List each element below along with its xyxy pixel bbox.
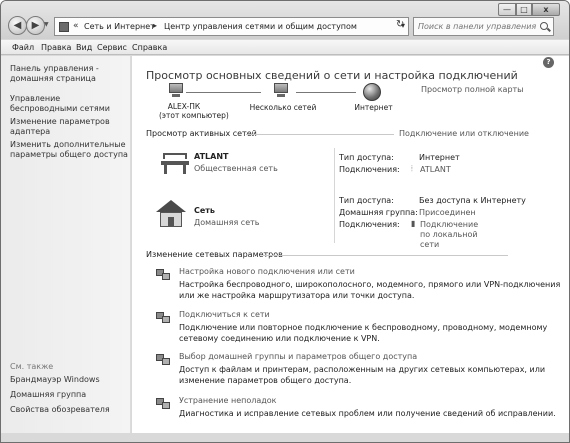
task-new-connection-desc: Настройка беспроводного, широкополосного… [179,280,561,289]
task-troubleshoot-desc: Диагностика и исправление сетевых пробле… [179,409,556,418]
menu-help[interactable]: Справка [132,43,167,52]
homegroup-label: Домашняя группа: [339,208,418,217]
sidebar-item-sharing-settings[interactable]: Изменить дополнительные параметры общего… [10,140,130,160]
task-homegroup-desc: Доступ к файлам и принтерам, расположенн… [179,365,546,374]
menu-tools[interactable]: Сервис [97,43,127,52]
internet-globe-icon [363,83,381,101]
computer-icon [166,83,186,99]
wireless-signal-icon: ⦙ [411,164,413,173]
window-bottom-border [1,433,569,442]
new-connection-icon [156,268,170,280]
menu-edit[interactable]: Правка [41,43,71,52]
connect-disconnect-link[interactable]: Подключение или отключение [399,129,529,138]
task-connect-desc: сетевому соединению или подключение к VP… [179,334,380,343]
search-icon[interactable] [540,22,548,30]
address-bar[interactable]: « Сеть и Интернет ▸ Центр управления сет… [54,17,409,36]
breadcrumb-network-center[interactable]: Центр управления сетями и общим доступом [164,22,357,31]
left-pane: Панель управления - домашняя страница Уп… [1,56,131,442]
home-network-house-icon [156,200,186,228]
search-input[interactable] [418,20,536,33]
network-type-public[interactable]: Общественная сеть [194,164,278,173]
divider [246,134,394,135]
public-network-bench-icon [161,151,189,175]
search-box[interactable] [413,17,554,36]
forward-button[interactable]: ▶ [26,16,45,35]
troubleshoot-icon [156,397,170,409]
sidebar-item-internet-options[interactable]: Свойства обозревателя [10,405,130,415]
access-type-label: Тип доступа: [339,153,394,162]
access-type-value: Интернет [419,153,460,162]
network-name-home: Сеть [194,206,215,215]
homegroup-sharing-icon [156,353,170,365]
minimize-button[interactable]: — [498,3,516,16]
task-homegroup-desc: изменение параметров общего доступа. [179,376,352,385]
connection-atlant-link[interactable]: ATLANT [420,165,451,175]
divider [334,148,335,243]
sidebar-item-homegroup[interactable]: Домашняя группа [10,390,130,400]
recent-pages-chevron-icon[interactable]: ▼ [44,21,49,28]
breadcrumb-network-internet[interactable]: Сеть и Интернет [84,22,155,31]
homegroup-joined-link[interactable]: Присоединен [419,208,476,218]
maximize-button[interactable]: □ [516,3,532,16]
chevron-icon[interactable]: « [73,21,79,31]
task-new-connection-desc: или же настройка маршрутизатора или точк… [179,291,415,300]
menu-file[interactable]: Файл [12,43,34,52]
map-computer-label[interactable]: ALEX-ПК (этот компьютер) [159,102,229,120]
lan-connection-link[interactable]: Подключение по локальной сети [420,220,490,250]
access-type-label: Тип доступа: [339,196,394,205]
connections-label: Подключения: [339,165,400,174]
divider [263,255,508,256]
breadcrumb-separator-icon[interactable]: ▸ [153,21,157,30]
network-name-atlant: ATLANT [194,152,229,161]
map-networks-label[interactable]: Несколько сетей [248,103,318,112]
close-button[interactable]: x [532,3,560,16]
sidebar-item-control-panel-home[interactable]: Панель управления - домашняя страница [10,64,130,84]
page-title: Просмотр основных сведений о сети и наст… [146,69,518,82]
task-connect-desc: Подключение или повторное подключение к … [179,323,548,332]
task-new-connection-link[interactable]: Настройка нового подключения или сети [179,267,355,276]
sidebar-item-wireless-networks[interactable]: Управление беспроводными сетями [10,94,130,114]
lan-connection-icon: ▮ [411,219,416,228]
connect-to-network-icon [156,311,170,323]
sidebar-item-firewall[interactable]: Брандмауэр Windows [10,375,130,385]
refresh-icon[interactable]: ↻ [396,19,404,30]
network-type-home[interactable]: Домашняя сеть [194,218,260,227]
title-bar: — □ x ◀ ▶ ▼ « Сеть и Интернет ▸ Центр уп… [1,1,569,39]
window: — □ x ◀ ▶ ▼ « Сеть и Интернет ▸ Центр уп… [0,0,570,443]
connections-label: Подключения: [339,220,400,229]
see-also-title: См. также [10,362,54,371]
task-troubleshoot-link[interactable]: Устранение неполадок [179,396,277,405]
map-connector [186,92,261,93]
menu-view[interactable]: Вид [76,43,92,52]
back-button[interactable]: ◀ [8,16,27,35]
help-icon[interactable]: ? [543,57,554,68]
sidebar-item-adapter-settings[interactable]: Изменение параметров адаптера [10,117,130,137]
multiple-networks-icon [271,83,291,99]
access-type-value: Без доступа к Интернету [419,196,526,205]
map-internet-label[interactable]: Интернет [351,103,396,112]
network-folder-icon [59,22,69,32]
menu-bar: Файл Правка Вид Сервис Справка [1,40,569,55]
task-connect-link[interactable]: Подключиться к сети [179,310,270,319]
map-connector [296,92,356,93]
task-homegroup-link[interactable]: Выбор домашней группы и параметров общег… [179,352,417,361]
active-networks-title: Просмотр активных сетей [146,129,257,138]
full-map-link[interactable]: Просмотр полной карты [421,85,524,94]
